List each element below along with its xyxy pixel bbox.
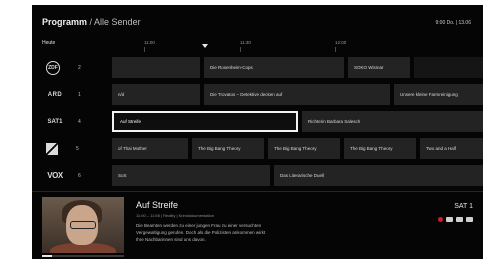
program-cell[interactable]: The Big Bang Theory: [268, 138, 340, 159]
program-cell[interactable]: The Big Bang Theory: [192, 138, 264, 159]
timeline-day: Heute: [42, 40, 56, 46]
page-title: Programm / Alle Sender: [42, 17, 141, 27]
description-line: Ihre Nachbarinnen sind uns davon.: [136, 237, 206, 242]
vox-logo-icon: VOX: [47, 171, 63, 180]
tv-guide-screen: Programm / Alle Sender 9:00 Do. | 13.06 …: [32, 5, 483, 259]
channel-number: 2: [78, 64, 81, 71]
header: Programm / Alle Sender 9:00 Do. | 13.06: [32, 5, 483, 35]
program-progress-fill: [42, 255, 52, 257]
ard-logo-icon: ARD: [47, 91, 63, 98]
channel-number: 4: [78, 118, 81, 125]
zdf-logo-icon: ZDF: [46, 60, 60, 75]
program-meta: 11:00 – 11:55 | Reality | Krimidokumenta…: [136, 213, 214, 218]
program-details: Auf Streife 11:00 – 11:55 | Reality | Kr…: [32, 197, 483, 259]
timeline-tick-line: [335, 47, 336, 52]
program-description: Die Beamten werden zu einer jungen Frau …: [136, 222, 346, 243]
audio-icon: [466, 217, 473, 222]
program-title: Auf Streife: [136, 200, 179, 210]
channel-ard[interactable]: ARD 1: [40, 82, 110, 107]
now-marker-icon: [202, 44, 208, 48]
datetime: 9:00 Do. | 13.06: [435, 20, 472, 26]
program-cell-focused[interactable]: Auf Streife: [112, 111, 298, 132]
divider: [32, 191, 483, 192]
program-channel: SAT 1: [454, 203, 473, 210]
program-cell[interactable]: Die Trovatos – Detektive decken auf: [204, 84, 390, 105]
timeline-tick-line: [144, 47, 145, 52]
program-cell[interactable]: [112, 57, 200, 78]
program-cell[interactable]: SOKO Wismar: [348, 57, 410, 78]
description-line: Vergewaltigung gerufen. Doch als die Pol…: [136, 230, 266, 235]
description-line: Die Beamten werden zu einer jungen Frau …: [136, 223, 262, 228]
program-cell[interactable]: Das Literarische Duell: [274, 165, 483, 186]
channel-number: 1: [78, 91, 81, 98]
program-cell[interactable]: n/d: [112, 84, 200, 105]
pro7-logo-icon: [46, 142, 58, 155]
program-cell[interactable]: Two and a Half: [420, 138, 483, 159]
page-title-main: Programm: [42, 17, 88, 27]
channel-sat1[interactable]: SAT1 4: [40, 109, 110, 134]
timeline-tick: 12:00: [335, 40, 347, 45]
program-cell[interactable]: of Thai Mother: [112, 138, 188, 159]
channel-zdf[interactable]: ZDF 2: [40, 55, 110, 80]
channel-row-sat1: SAT1 4 Auf Streife Richterin Barbara Sal…: [32, 109, 483, 134]
channel-row-pro7: 5 of Thai Mother The Big Bang Theory The…: [32, 136, 483, 161]
record-icon: [438, 217, 443, 222]
program-cell[interactable]: Die Rosenheim-Cops: [204, 57, 344, 78]
program-thumbnail: [42, 197, 124, 253]
program-progress: [42, 255, 124, 257]
channel-pro7[interactable]: 5: [40, 136, 110, 161]
program-cell[interactable]: Unsere kleine Farmreinigung: [394, 84, 483, 105]
program-cell[interactable]: SoS: [112, 165, 270, 186]
timeline-tick-line: [240, 47, 241, 52]
hd-icon: [456, 217, 463, 222]
program-cell[interactable]: The Big Bang Theory: [344, 138, 416, 159]
channel-row-ard: ARD 1 n/d Die Trovatos – Detektive decke…: [32, 82, 483, 107]
epg-grid: ZDF 2 Die Rosenheim-Cops SOKO Wismar ARD…: [32, 53, 483, 191]
program-cell[interactable]: [414, 57, 483, 78]
channel-row-vox: VOX 6 SoS Das Literarische Duell: [32, 163, 483, 188]
timeline: Heute 11:00 11:30 12:00: [32, 35, 483, 53]
timeline-tick: 11:30: [240, 40, 251, 45]
channel-number: 6: [78, 172, 81, 179]
program-icons: [438, 217, 473, 222]
program-cell[interactable]: Richterin Barbara Salesch: [302, 111, 483, 132]
timeline-tick: 11:00: [144, 40, 155, 45]
channel-vox[interactable]: VOX 6: [40, 163, 110, 188]
subtitles-icon: [446, 217, 453, 222]
channel-number: 5: [76, 145, 79, 152]
page-title-sub: / Alle Sender: [89, 17, 141, 27]
sat1-logo-icon: SAT1: [47, 118, 63, 125]
channel-row-zdf: ZDF 2 Die Rosenheim-Cops SOKO Wismar: [32, 55, 483, 80]
